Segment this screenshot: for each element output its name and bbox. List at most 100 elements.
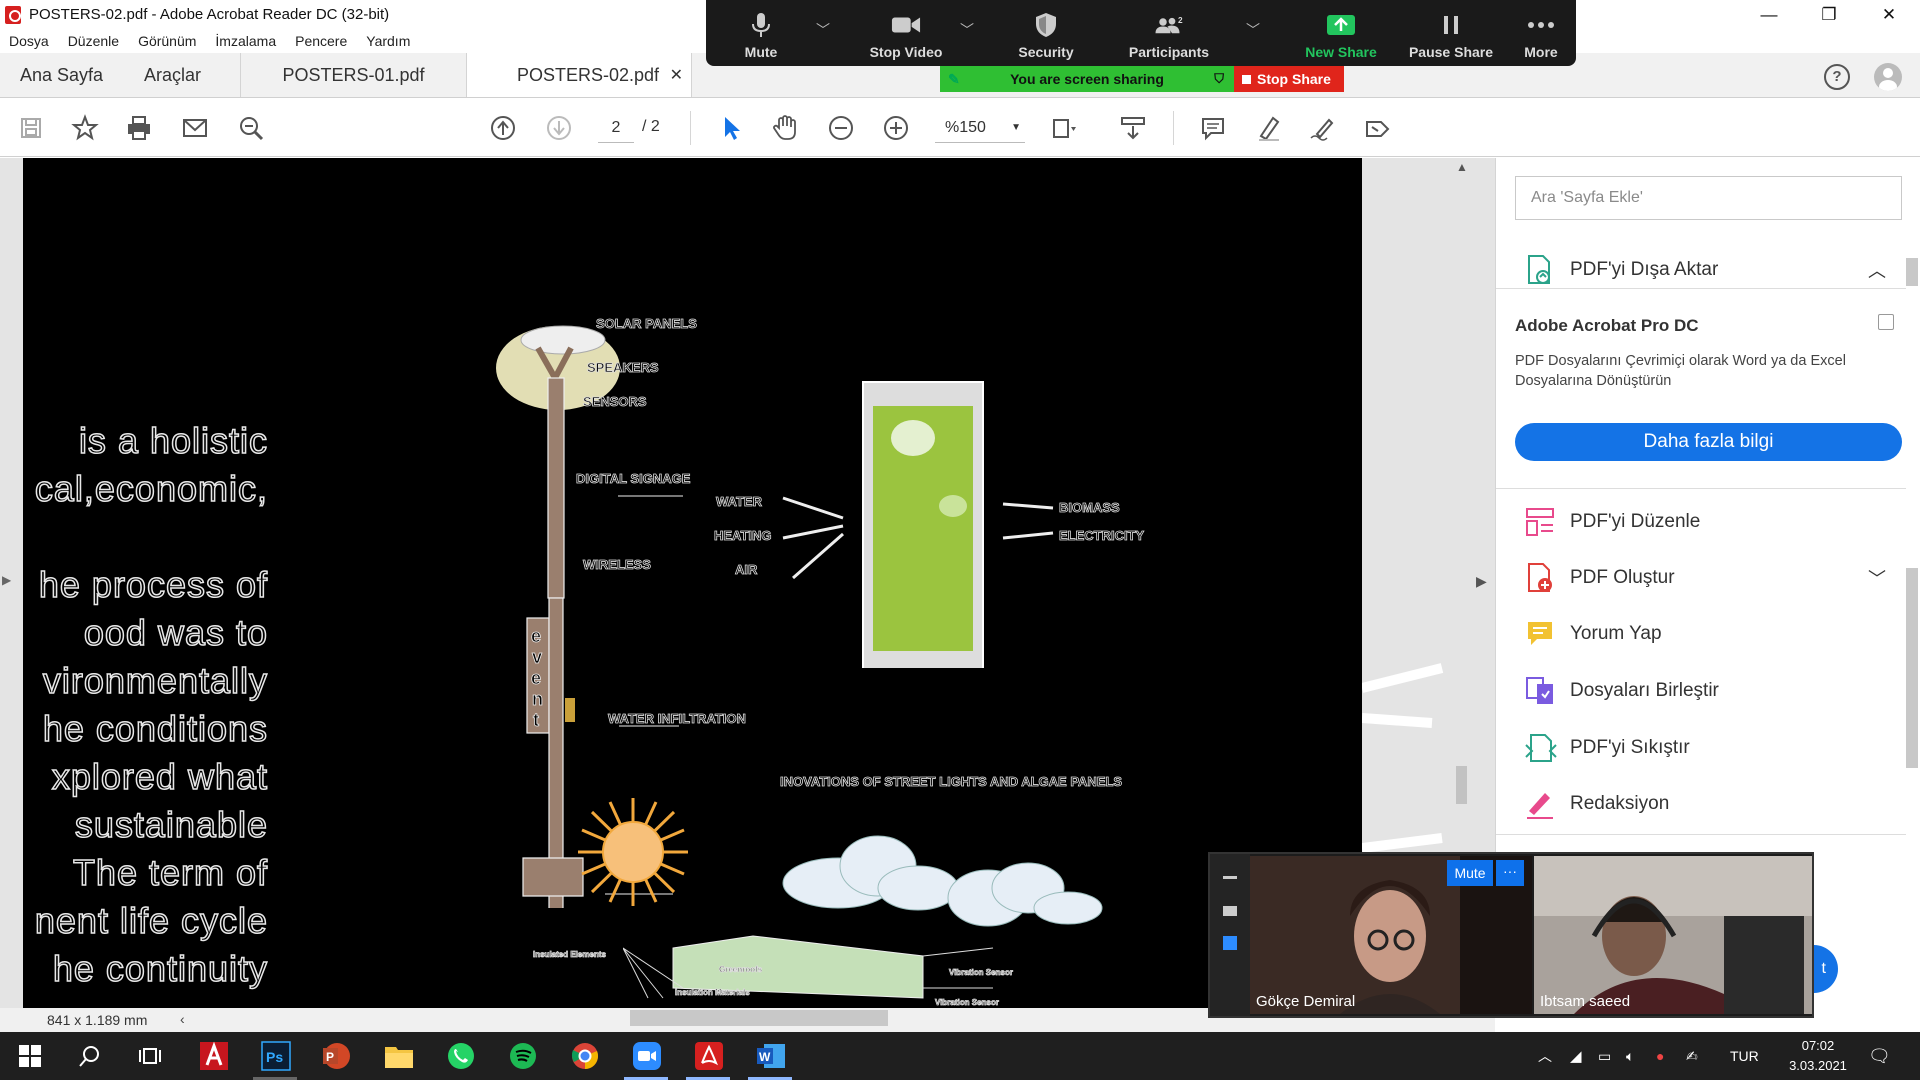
stop-video-button[interactable]: Stop Video	[856, 0, 956, 66]
photoshop-app-icon[interactable]: Ps	[260, 1040, 292, 1072]
tool-redact[interactable]: Redaksiyon	[1496, 776, 1906, 832]
zoom-app-icon[interactable]	[631, 1040, 663, 1072]
menu-window[interactable]: Pencere	[295, 33, 347, 49]
learn-more-button[interactable]: Daha fazla bilgi	[1515, 423, 1902, 461]
select-cursor-icon[interactable]	[714, 111, 748, 145]
stop-share-button[interactable]: Stop Share	[1234, 66, 1344, 92]
chevron-up-icon[interactable]: ︿	[1868, 257, 1886, 283]
menu-file[interactable]: Dosya	[9, 33, 49, 49]
zoom-tray-icon[interactable]: ●	[1656, 1032, 1664, 1080]
chevron-down-icon[interactable]: ﹀	[960, 20, 974, 40]
tab-close-icon[interactable]: ✕	[670, 65, 683, 85]
comment-icon[interactable]	[1196, 111, 1230, 145]
highlight-pen-icon[interactable]	[1252, 111, 1286, 145]
more-button[interactable]: More	[1506, 0, 1576, 66]
notifications-icon[interactable]: 🗨︎	[1868, 1032, 1891, 1080]
windows-start-icon[interactable]	[14, 1040, 46, 1072]
task-view-icon[interactable]	[134, 1040, 166, 1072]
share-tools-icon[interactable]	[1360, 111, 1394, 145]
word-app-icon[interactable]: W	[755, 1040, 787, 1072]
tab-tools[interactable]: Araçlar	[120, 53, 240, 97]
participant-mute-button[interactable]: Mute	[1447, 860, 1493, 886]
chevron-down-icon[interactable]: ﹀	[1868, 565, 1886, 591]
copy-icon[interactable]	[1878, 314, 1894, 330]
left-panel-toggle-icon[interactable]: ▶	[2, 573, 11, 587]
input-language[interactable]: TUR	[1730, 1032, 1759, 1080]
network-icon[interactable]: ◢	[1570, 1032, 1582, 1080]
close-window-button[interactable]: ✕	[1860, 0, 1918, 29]
zoom-level-select[interactable]: %150 ▼	[935, 113, 1025, 143]
maximize-button[interactable]: ❐	[1800, 0, 1858, 29]
previous-page-icon[interactable]	[486, 111, 520, 145]
tab-posters-02[interactable]: POSTERS-02.pdf ✕	[466, 53, 692, 97]
label-heating: HEATING	[714, 528, 772, 544]
help-icon[interactable]: ?	[1824, 64, 1850, 90]
video-tile-participant-2[interactable]: Ibtsam saeed	[1534, 856, 1812, 1014]
menu-edit[interactable]: Düzenle	[68, 33, 119, 49]
scroll-left-icon[interactable]: ‹	[180, 1011, 185, 1027]
thumbnail-view-icon[interactable]	[1223, 906, 1237, 916]
whatsapp-app-icon[interactable]	[445, 1040, 477, 1072]
user-avatar-icon[interactable]	[1874, 63, 1902, 91]
tool-create-pdf[interactable]: PDF Oluştur ﹀	[1496, 550, 1906, 606]
page-number-input[interactable]: 2	[598, 113, 634, 143]
fit-page-icon[interactable]	[1046, 111, 1080, 145]
participant-name: Ibtsam saeed	[1540, 993, 1631, 1010]
tool-export-pdf[interactable]: PDF'yi Dışa Aktar ︿	[1496, 242, 1906, 298]
scroll-thumb[interactable]	[1456, 766, 1467, 804]
tool-combine-files[interactable]: Dosyaları Birleştir	[1496, 663, 1906, 719]
gallery-view-icon[interactable]	[1223, 936, 1237, 950]
minimize-video-icon[interactable]	[1223, 876, 1237, 879]
screen-sharing-banner: ✎ You are screen sharing ⛉	[940, 66, 1234, 92]
tab-posters-01[interactable]: POSTERS-01.pdf	[240, 53, 466, 97]
menu-view[interactable]: Görünüm	[138, 33, 196, 49]
bookmark-star-icon[interactable]	[68, 111, 102, 145]
pane-scrollbar[interactable]	[1903, 238, 1920, 828]
tab-home[interactable]: Ana Sayfa	[0, 53, 120, 97]
search-icon[interactable]	[74, 1040, 106, 1072]
menu-help[interactable]: Yardım	[366, 33, 410, 49]
mute-button[interactable]: Mute	[726, 0, 796, 66]
file-explorer-icon[interactable]	[383, 1040, 415, 1072]
label-digital-signage: DIGITAL SIGNAGE	[576, 471, 691, 487]
print-icon[interactable]	[122, 111, 156, 145]
horizontal-scroll-thumb[interactable]	[630, 1010, 888, 1026]
sign-icon[interactable]	[1306, 111, 1340, 145]
email-icon[interactable]	[178, 111, 212, 145]
powerpoint-app-icon[interactable]: P	[320, 1040, 352, 1072]
search-zoom-icon[interactable]	[234, 111, 268, 145]
tool-edit-pdf[interactable]: PDF'yi Düzenle	[1496, 494, 1906, 550]
security-button[interactable]: Security	[996, 0, 1096, 66]
save-icon[interactable]	[14, 111, 48, 145]
participants-button[interactable]: 2 Participants	[1114, 0, 1224, 66]
tool-comment[interactable]: Yorum Yap	[1496, 606, 1906, 662]
chrome-app-icon[interactable]	[569, 1040, 601, 1072]
acrobat-reader-app-icon[interactable]	[693, 1040, 725, 1072]
zoom-in-icon[interactable]	[879, 111, 913, 145]
chevron-down-icon[interactable]: ﹀	[1246, 20, 1260, 40]
minimize-button[interactable]: —	[1740, 0, 1798, 29]
participant-more-button[interactable]: ···	[1496, 860, 1524, 886]
pause-share-button[interactable]: Pause Share	[1396, 0, 1506, 66]
chevron-down-icon[interactable]: ﹀	[816, 20, 830, 40]
system-clock[interactable]: 07:02 3.03.2021	[1778, 1036, 1858, 1076]
hand-tool-icon[interactable]	[768, 111, 802, 145]
tools-search-input[interactable]: Ara 'Sayfa Ekle'	[1515, 176, 1902, 220]
pane-scroll-thumb[interactable]	[1906, 568, 1918, 768]
new-share-button[interactable]: New Share	[1286, 0, 1396, 66]
right-panel-toggle-icon[interactable]: ▶	[1476, 573, 1487, 590]
volume-icon[interactable]: 🔈︎	[1626, 1032, 1634, 1080]
pane-scroll-thumb[interactable]	[1906, 258, 1918, 286]
battery-icon[interactable]: ▭	[1598, 1032, 1611, 1080]
next-page-icon[interactable]	[542, 111, 576, 145]
zoom-out-icon[interactable]	[824, 111, 858, 145]
poster-caption: INOVATIONS OF STREET LIGHTS AND ALGAE PA…	[780, 774, 1123, 790]
autocad-app-icon[interactable]	[198, 1040, 230, 1072]
scroll-up-icon[interactable]: ▲	[1456, 160, 1468, 174]
scroll-mode-icon[interactable]	[1116, 111, 1150, 145]
show-hidden-icons[interactable]: ︿	[1538, 1032, 1552, 1080]
menu-sign[interactable]: İmzalama	[215, 33, 276, 49]
spotify-app-icon[interactable]	[507, 1040, 539, 1072]
tool-compress-pdf[interactable]: PDF'yi Sıkıştır	[1496, 720, 1906, 776]
pen-workspace-icon[interactable]: ✍︎	[1686, 1032, 1698, 1080]
